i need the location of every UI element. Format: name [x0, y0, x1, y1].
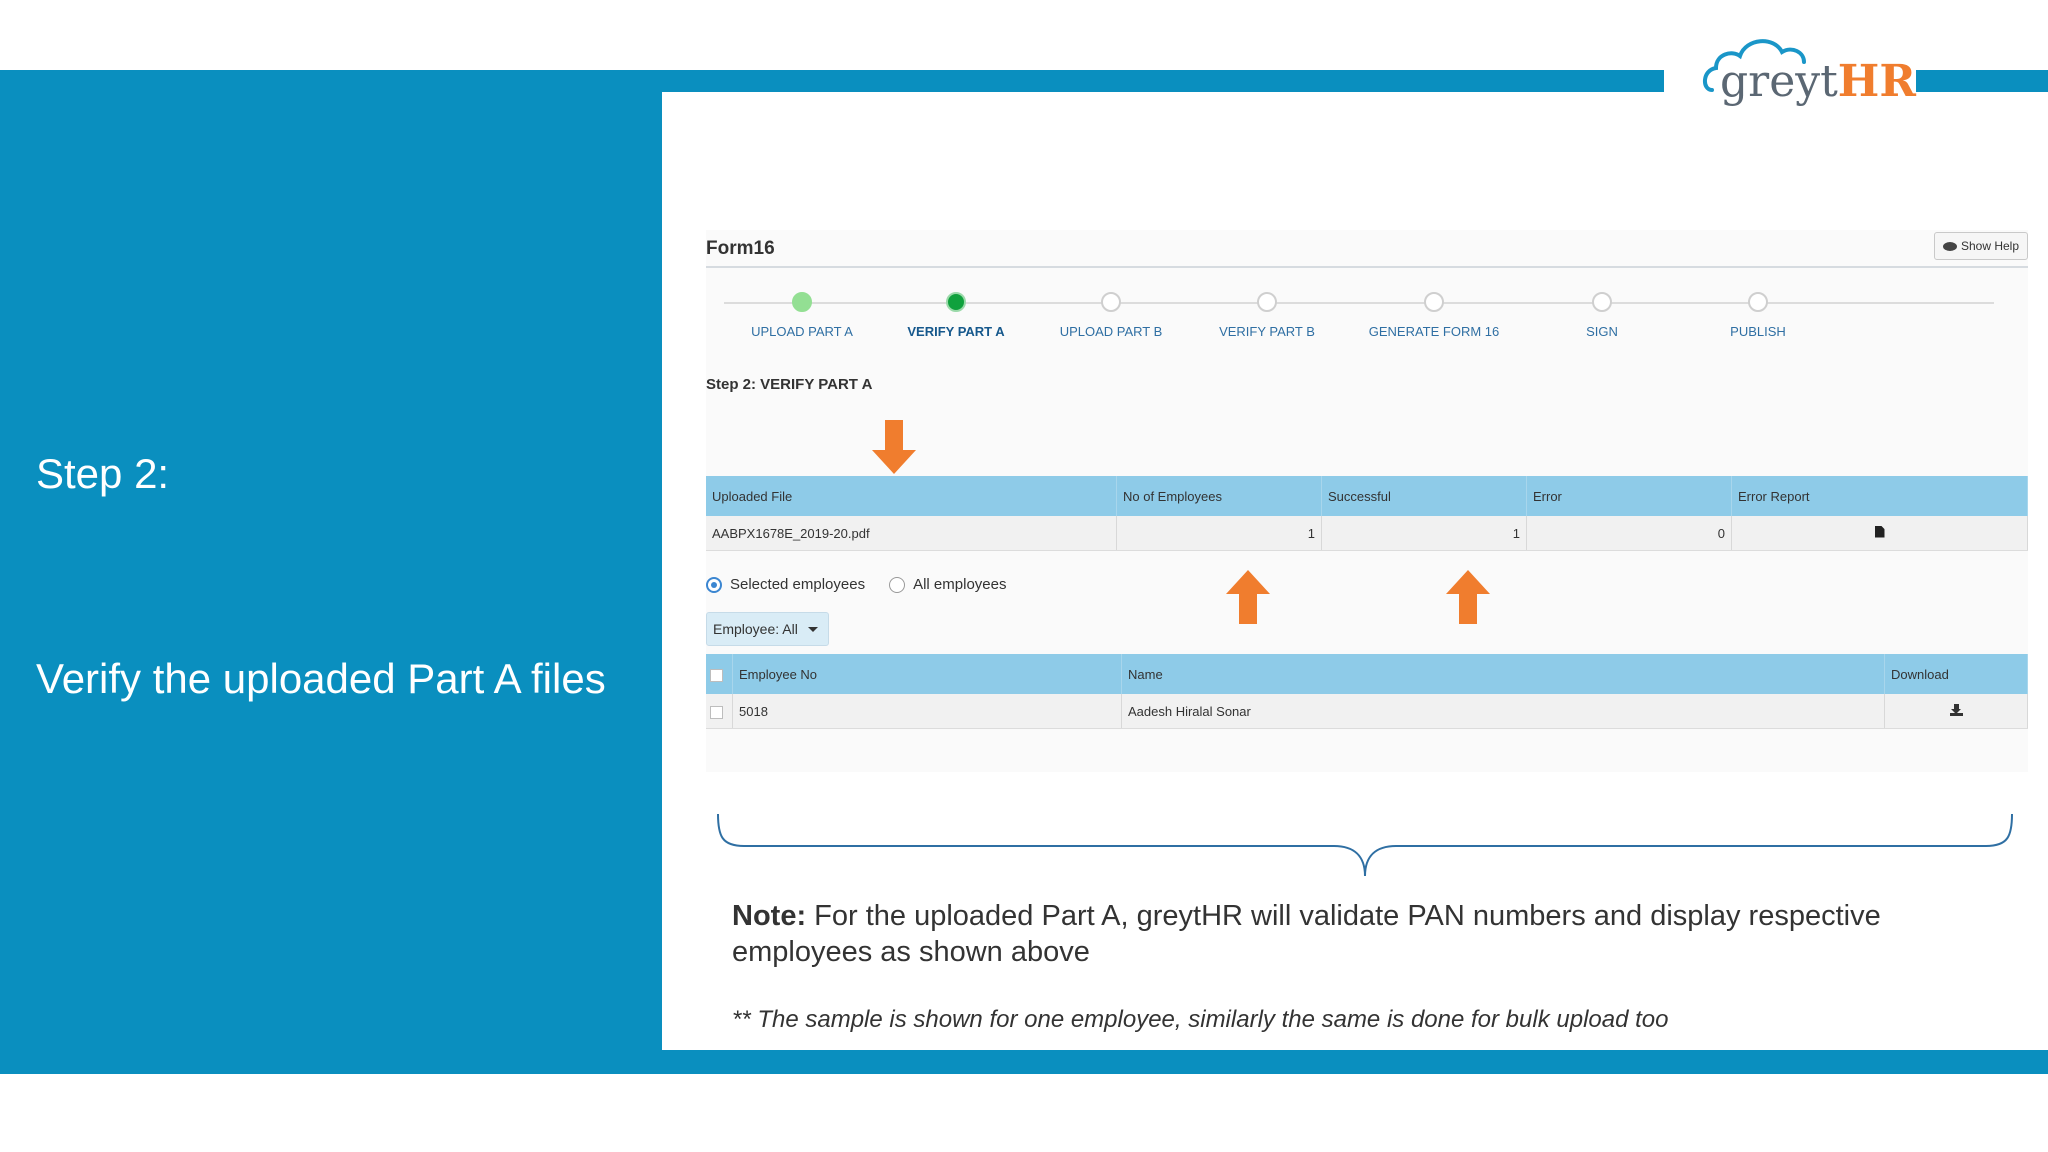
step-label: PUBLISH [1730, 324, 1786, 339]
step-upload-part-b[interactable]: UPLOAD PART B [1031, 292, 1191, 339]
row-checkbox[interactable] [710, 705, 723, 719]
step-label: GENERATE FORM 16 [1368, 324, 1500, 339]
file-icon[interactable] [1874, 525, 1885, 538]
show-help-button[interactable]: Show Help [1933, 232, 2028, 260]
step-dot [1257, 292, 1277, 312]
step-label: UPLOAD PART A [751, 324, 853, 339]
download-icon[interactable] [1949, 703, 1963, 716]
selected-employees-label: Selected employees [730, 576, 866, 593]
step-dot [1592, 292, 1612, 312]
error-report-cell [1731, 516, 2028, 551]
step-dot [946, 292, 966, 312]
step-label: Step 2: [36, 450, 170, 497]
column-header: No of Employees [1116, 476, 1322, 516]
step-label: VERIFY PART B [1219, 324, 1315, 339]
employee-name-cell: Aadesh Hiralal Sonar [1121, 694, 1885, 729]
step-label: SIGN [1586, 324, 1618, 339]
all-employees-label: All employees [913, 576, 1007, 593]
show-help-label: Show Help [1960, 239, 2019, 253]
table-row: AABPX1678E_2019-20.pdf 1 1 0 [706, 516, 2028, 551]
column-header: Uploaded File [706, 476, 1117, 516]
selected-employees-radio[interactable] [706, 576, 722, 593]
step-verify-part-a[interactable]: VERIFY PART A [876, 292, 1036, 339]
page-title: Form16 [706, 238, 775, 259]
all-employees-radio[interactable] [889, 576, 906, 593]
table-row: 5018 Aadesh Hiralal Sonar [706, 694, 2028, 729]
column-header: Successful [1321, 476, 1527, 516]
note-label: Note: [732, 900, 807, 932]
step-dot [1101, 292, 1121, 312]
form16-app: Form16 Show Help UPLOAD PART A VERIFY PA… [706, 230, 2028, 772]
title-divider [706, 266, 2028, 268]
step-sign[interactable]: SIGN [1522, 292, 1682, 339]
column-header: Name [1121, 654, 1885, 694]
step-label: UPLOAD PART B [1059, 324, 1163, 339]
logo-prefix: greyt [1720, 56, 1838, 107]
successful-count-cell: 1 [1321, 516, 1527, 551]
column-header: Error [1526, 476, 1732, 516]
employee-filter-dropdown[interactable]: Employee: All [706, 612, 829, 646]
table-header-row: Employee No Name Download [706, 654, 2028, 694]
table-header-row: Uploaded File No of Employees Successful… [706, 476, 2028, 516]
arrow-up-icon [1446, 570, 1490, 624]
employee-table: Employee No Name Download 5018 Aadesh Hi… [706, 654, 2028, 729]
uploaded-file-cell: AABPX1678E_2019-20.pdf [706, 516, 1117, 551]
column-header: Download [1884, 654, 2028, 694]
upload-table: Uploaded File No of Employees Successful… [706, 476, 2028, 551]
download-cell [1884, 694, 2028, 729]
step-upload-part-a[interactable]: UPLOAD PART A [722, 292, 882, 339]
step-dot [1424, 292, 1444, 312]
arrow-down-icon [872, 420, 916, 474]
caret-down-icon [807, 626, 818, 632]
note-body: For the uploaded Part A, greytHR will va… [732, 900, 1881, 968]
step-publish[interactable]: PUBLISH [1678, 292, 1838, 339]
employee-scope-radios: Selected employees All employees [706, 576, 1006, 593]
logo-suffix: HR [1837, 56, 1916, 107]
employee-filter-value: Employee: All [713, 621, 798, 637]
step-description: Verify the uploaded Part A files [36, 655, 606, 702]
row-select-cell [706, 694, 733, 729]
footnote: ** The sample is shown for one employee,… [732, 1006, 1669, 1033]
step-generate-form-16[interactable]: GENERATE FORM 16 [1354, 292, 1514, 339]
step-verify-part-b[interactable]: VERIFY PART B [1187, 292, 1347, 339]
employee-count-cell: 1 [1116, 516, 1322, 551]
step-dot [1748, 292, 1768, 312]
employee-no-cell: 5018 [732, 694, 1122, 729]
step-dot [792, 292, 812, 312]
step-label: VERIFY PART A [907, 324, 1005, 339]
column-header: Employee No [732, 654, 1122, 694]
arrow-up-icon [1226, 570, 1270, 624]
column-header: Error Report [1731, 476, 2028, 516]
curly-brace-icon [717, 813, 2013, 877]
select-all-checkbox[interactable] [710, 668, 723, 682]
bottom-band [0, 1050, 2048, 1074]
step-heading: Step 2: VERIFY PART A [706, 376, 873, 393]
error-count-cell: 0 [1526, 516, 1732, 551]
left-panel [0, 70, 662, 1074]
select-all-cell [706, 654, 733, 694]
eye-icon [1942, 241, 1957, 251]
greythr-logo: greytHR [1720, 56, 1916, 107]
note-text: Note: For the uploaded Part A, greytHR w… [732, 898, 1982, 970]
